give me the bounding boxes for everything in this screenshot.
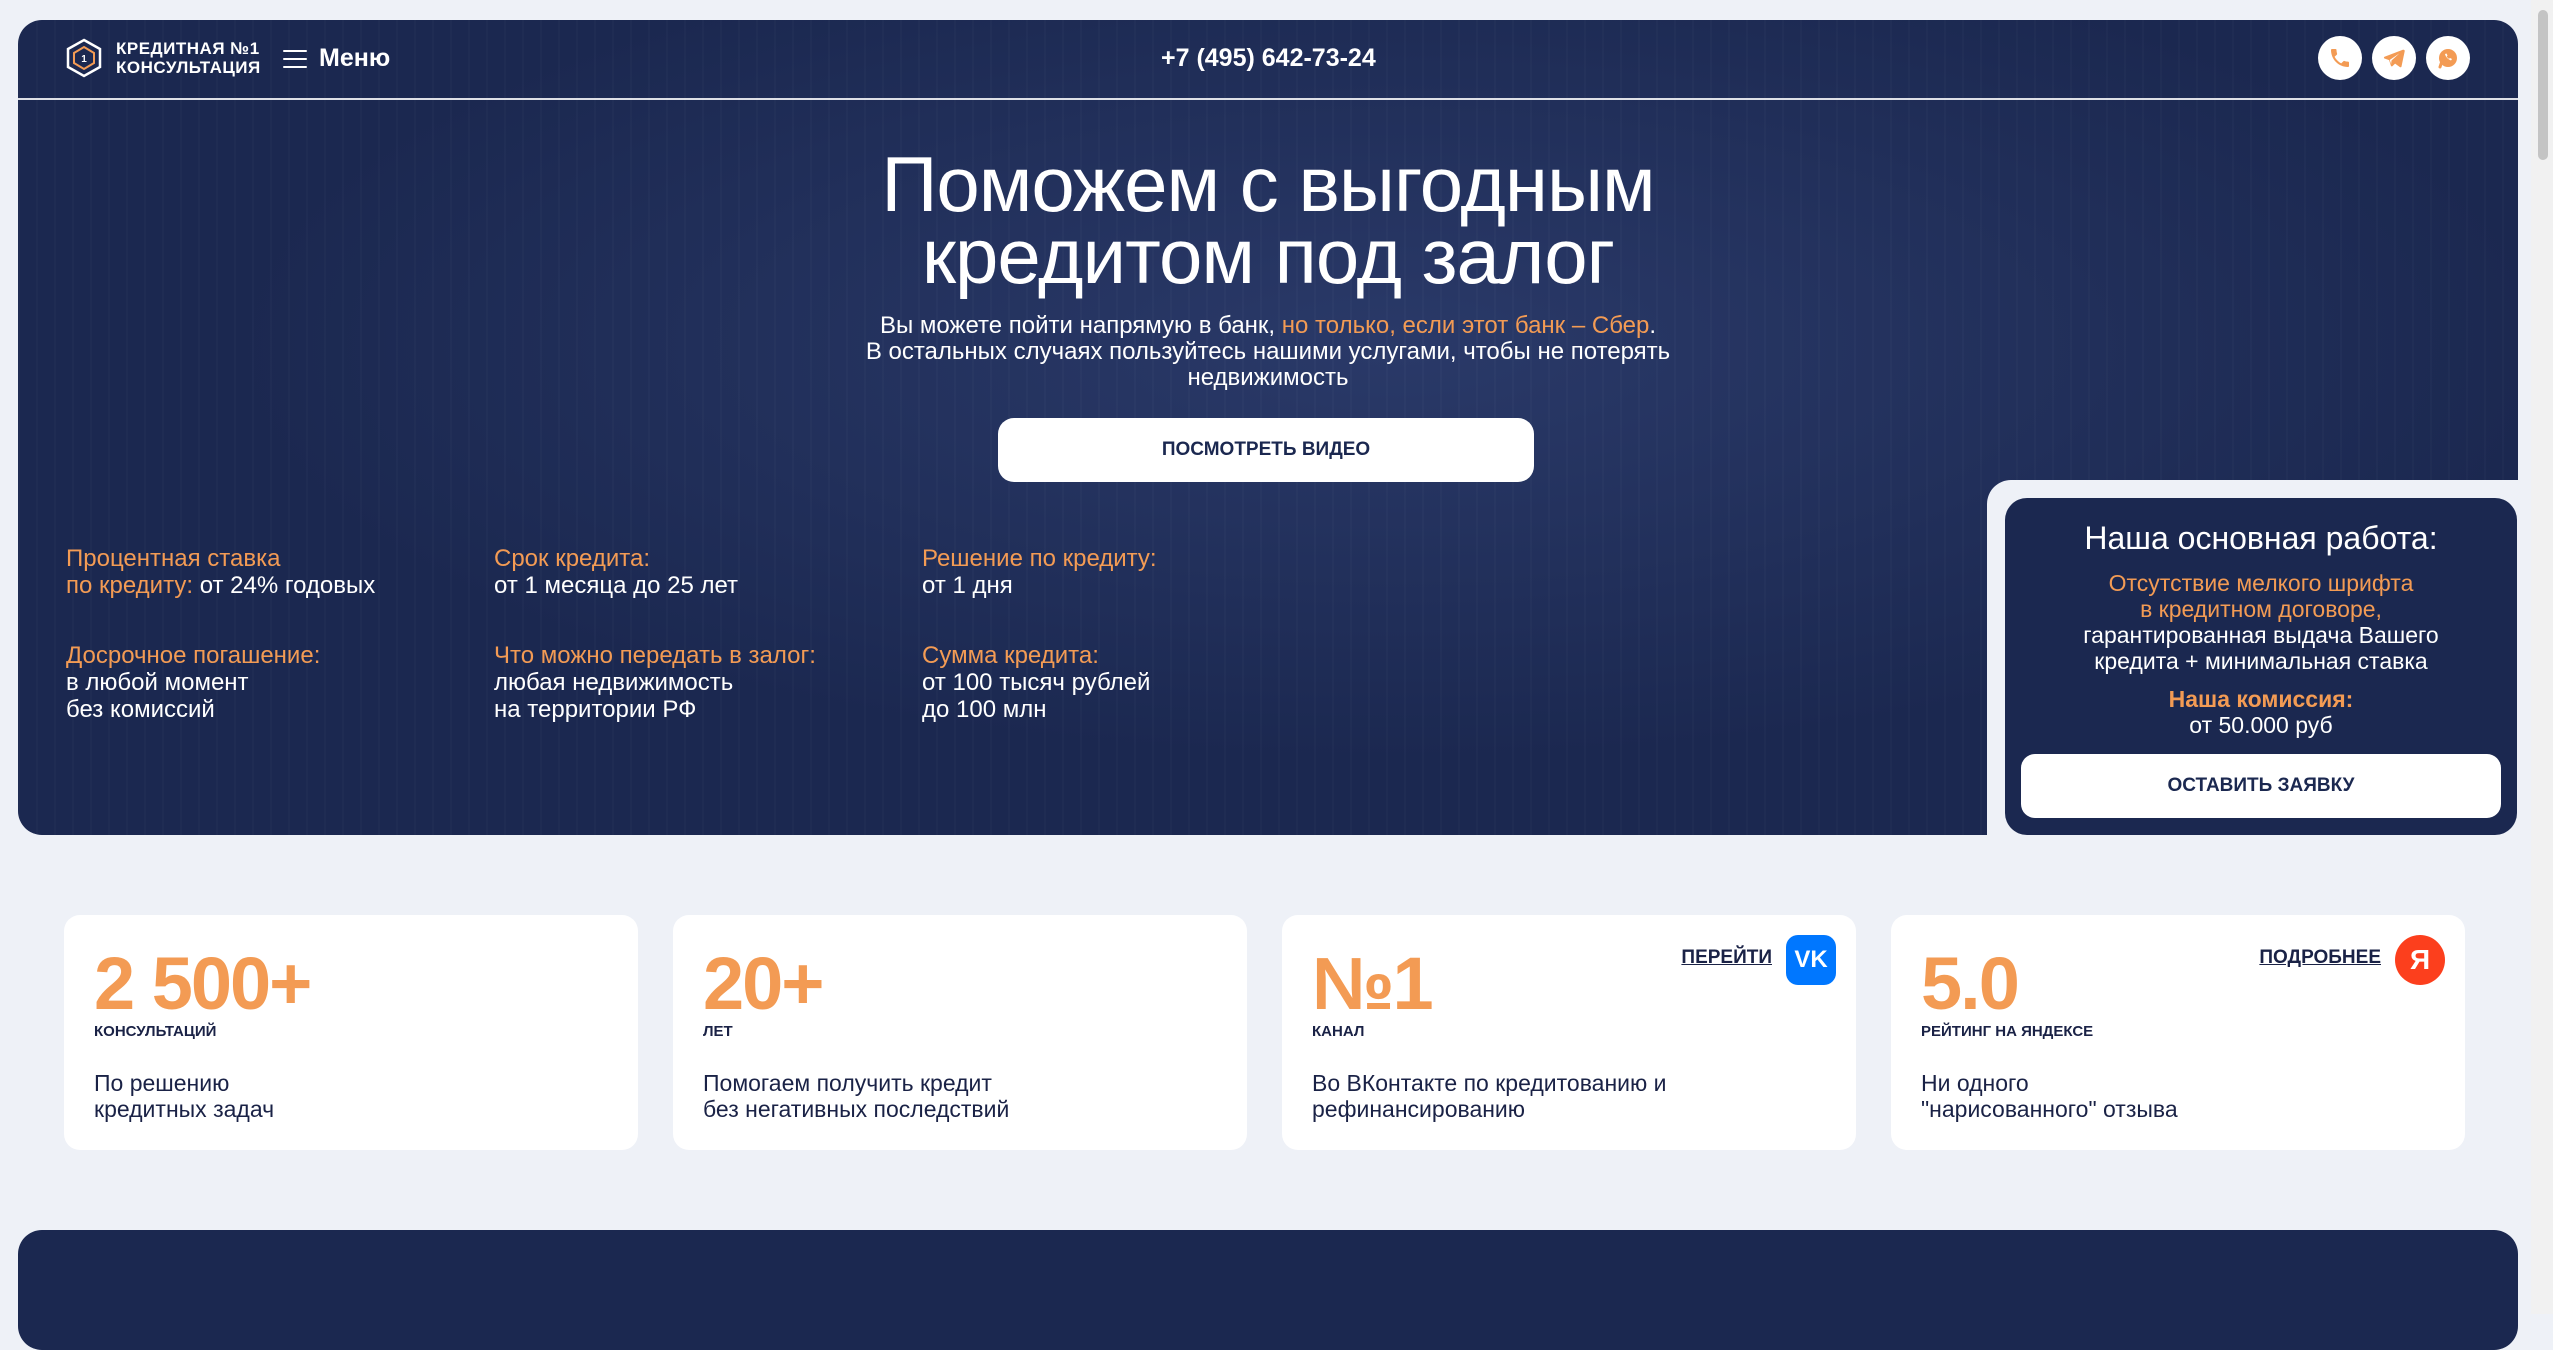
page-scrollbar[interactable] — [2531, 0, 2553, 1314]
fact-term: Срок кредита: от 1 месяца до 25 лет — [494, 545, 914, 599]
work-text-1: гарантированная выдача Вашего — [2083, 622, 2439, 648]
fact-rate: Процентная ставка по кредиту: от 24% год… — [66, 545, 486, 599]
stat-desc-line1: Во ВКонтакте по кредитованию и — [1312, 1070, 1667, 1096]
stat-desc-line1: Ни одного — [1921, 1070, 2029, 1096]
telegram-button[interactable] — [2372, 36, 2416, 80]
hero-sub-part1: Вы можете пойти напрямую в банк, — [879, 312, 1282, 339]
fact-amount-label: Сумма кредита: — [922, 642, 1099, 669]
work-fee-label: Наша комиссия: — [2168, 686, 2354, 712]
fact-early-label: Досрочное погашение: — [66, 642, 321, 669]
stat-card-consultations: 2 500+ КОНСУЛЬТАЦИЙ По решению кредитных… — [64, 915, 638, 1150]
hero-sub-line2: В остальных случаях пользуйтесь нашими у… — [865, 338, 1671, 365]
fact-collateral: Что можно передать в залог: любая недвиж… — [494, 642, 914, 723]
phone-icon — [2331, 49, 2349, 67]
stat-description: Ни одного "нарисованного" отзыва — [1921, 1070, 2178, 1122]
fact-term-label: Срок кредита: — [494, 545, 651, 572]
stat-card-vk-channel: №1 КАНАЛ Во ВКонтакте по кредитованию и … — [1282, 915, 1856, 1150]
call-button[interactable] — [2318, 36, 2362, 80]
fact-early-value2: без комиссий — [66, 696, 215, 723]
fact-term-value: от 1 месяца до 25 лет — [494, 572, 739, 599]
hero-title-line-2: кредитом под залог — [921, 212, 1615, 300]
fact-collateral-label: Что можно передать в залог: — [494, 642, 816, 669]
phone-link[interactable]: +7 (495) 642-73-24 — [1161, 44, 1376, 73]
hero-sub-line3: недвижимость — [1187, 364, 1349, 391]
fact-rate-label2: по кредиту: — [66, 572, 194, 599]
stat-unit: КАНАЛ — [1312, 1023, 1365, 1040]
stat-number: 20+ — [703, 942, 825, 1025]
scrollbar-thumb[interactable] — [2538, 10, 2548, 160]
fact-decision-value: от 1 дня — [922, 572, 1013, 599]
fact-rate-label: Процентная ставка — [66, 545, 281, 572]
logo-text: КРЕДИТНАЯ №1 КОНСУЛЬТАЦИЯ — [116, 39, 261, 77]
svg-text:1: 1 — [81, 54, 87, 65]
hero-title-line-1: Поможем с выгодным — [881, 140, 1655, 228]
main-work-card: Наша основная работа: Отсутствие мелкого… — [2005, 498, 2517, 835]
logo-line-1: КРЕДИТНАЯ №1 — [116, 39, 260, 58]
logo-line-2: КОНСУЛЬТАЦИЯ — [116, 58, 261, 77]
next-section — [18, 1230, 2518, 1350]
yandex-more-link[interactable]: ПОДРОБНЕЕ — [2259, 947, 2381, 969]
logo-hexagon-icon: 1 — [66, 38, 102, 78]
fact-amount: Сумма кредита: от 100 тысяч рублей до 10… — [922, 642, 1342, 723]
site-header: 1 КРЕДИТНАЯ №1 КОНСУЛЬТАЦИЯ Меню +7 (495… — [18, 20, 2518, 100]
work-card-text: Отсутствие мелкого шрифта в кредитном до… — [2005, 570, 2517, 674]
work-highlight-2: в кредитном договоре, — [2140, 596, 2382, 622]
fact-collateral-value2: на территории РФ — [494, 696, 697, 723]
work-highlight-1: Отсутствие мелкого шрифта — [2108, 570, 2414, 596]
contact-buttons — [2318, 36, 2470, 80]
stat-number: 5.0 — [1921, 942, 2020, 1025]
stat-unit: РЕЙТИНГ НА ЯНДЕКСЕ — [1921, 1023, 2094, 1040]
apply-button[interactable]: ОСТАВИТЬ ЗАЯВКУ — [2021, 754, 2501, 818]
watch-video-button[interactable]: ПОСМОТРЕТЬ ВИДЕО — [998, 418, 1534, 482]
stat-description: По решению кредитных задач — [94, 1070, 274, 1122]
menu-label: Меню — [319, 44, 391, 72]
stat-card-years: 20+ ЛЕТ Помогаем получить кредит без нег… — [673, 915, 1247, 1150]
stat-card-yandex-rating: 5.0 РЕЙТИНГ НА ЯНДЕКСЕ Ни одного "нарисо… — [1891, 915, 2465, 1150]
stat-number: 2 500+ — [94, 942, 312, 1025]
hero-subtitle: Вы можете пойти напрямую в банк, но толь… — [18, 313, 2518, 391]
menu-button[interactable]: Меню — [283, 44, 390, 73]
fact-decision-label: Решение по кредиту: — [922, 545, 1157, 572]
stat-number: №1 — [1312, 942, 1434, 1025]
fact-early-value: в любой момент — [66, 669, 249, 696]
fact-amount-value: от 100 тысяч рублей — [922, 669, 1151, 696]
stat-desc-line2: кредитных задач — [94, 1096, 275, 1122]
vk-icon[interactable]: VK — [1786, 935, 1836, 985]
work-fee-value: от 50.000 руб — [2189, 712, 2333, 738]
work-text-2: кредита + минимальная ставка — [2094, 648, 2428, 674]
whatsapp-icon — [2438, 49, 2457, 69]
stat-unit: ЛЕТ — [703, 1023, 733, 1040]
hero-sub-highlight: но только, если этот банк – Сбер — [1281, 312, 1650, 339]
stat-description: Помогаем получить кредит без негативных … — [703, 1070, 1009, 1122]
yandex-icon[interactable]: Я — [2395, 935, 2445, 985]
fact-rate-value: от 24% годовых — [193, 572, 376, 599]
stat-desc-line1: Помогаем получить кредит — [703, 1070, 992, 1096]
fact-early-repayment: Досрочное погашение: в любой момент без … — [66, 642, 486, 723]
whatsapp-button[interactable] — [2426, 36, 2470, 80]
fact-collateral-value: любая недвижимость — [494, 669, 734, 696]
work-card-title: Наша основная работа: — [2084, 520, 2438, 556]
telegram-icon — [2383, 49, 2405, 68]
logo[interactable]: 1 КРЕДИТНАЯ №1 КОНСУЛЬТАЦИЯ — [64, 38, 261, 78]
stat-desc-line2: без негативных последствий — [703, 1096, 1010, 1122]
hero-title: Поможем с выгодным кредитом под залог — [18, 140, 2518, 300]
stat-desc-line2: рефинансированию — [1312, 1096, 1526, 1122]
stat-desc-line2: "нарисованного" отзыва — [1921, 1096, 2178, 1122]
stat-unit: КОНСУЛЬТАЦИЙ — [94, 1023, 217, 1040]
stat-description: Во ВКонтакте по кредитованию и рефинанси… — [1312, 1070, 1667, 1122]
vk-go-link[interactable]: ПЕРЕЙТИ — [1681, 947, 1772, 969]
work-fee: Наша комиссия: от 50.000 руб — [2005, 686, 2517, 738]
fact-decision: Решение по кредиту: от 1 дня — [922, 545, 1342, 599]
stat-desc-line1: По решению — [94, 1070, 230, 1096]
burger-icon — [283, 49, 307, 68]
hero-sub-part2: . — [1649, 312, 1657, 339]
fact-amount-value2: до 100 млн — [922, 696, 1047, 723]
